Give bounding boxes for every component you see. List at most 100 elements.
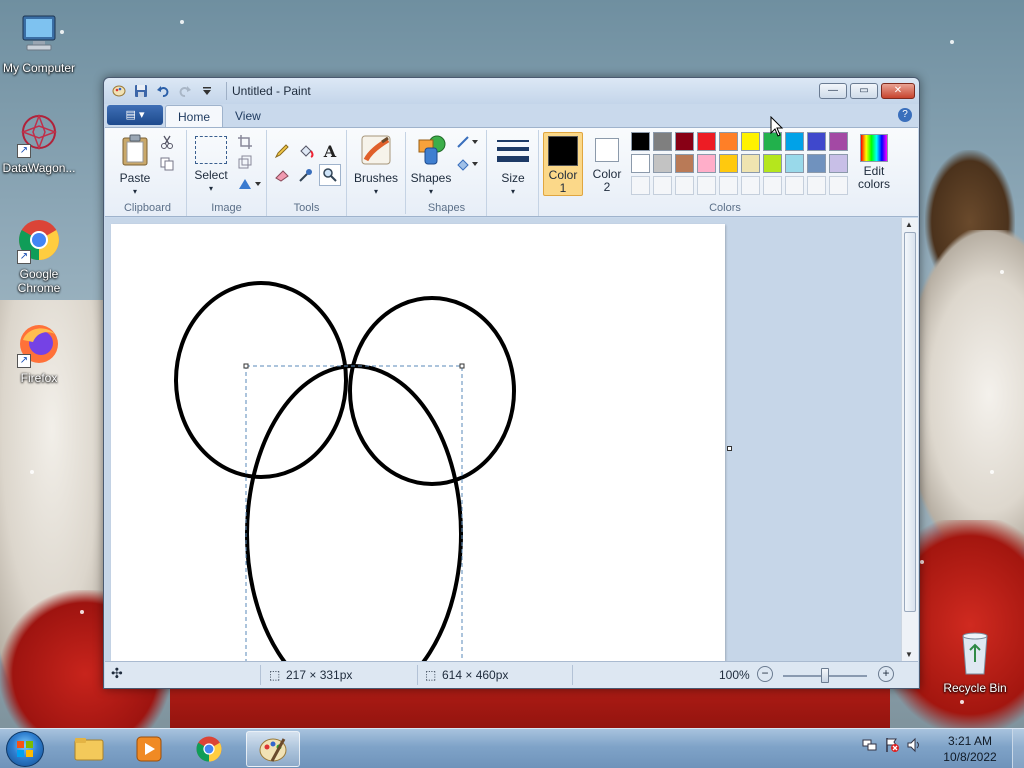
minimize-button[interactable]: — xyxy=(819,83,847,99)
palette-custom-slot[interactable] xyxy=(675,176,694,195)
save-icon[interactable] xyxy=(132,82,150,100)
zoom-slider-thumb[interactable] xyxy=(821,668,829,683)
palette-swatch[interactable] xyxy=(675,154,694,173)
paint-app-icon[interactable] xyxy=(110,82,128,100)
palette-swatch[interactable] xyxy=(719,154,738,173)
resize-icon[interactable] xyxy=(235,152,255,172)
taskbar-media-player[interactable] xyxy=(122,731,176,767)
tab-view[interactable]: View xyxy=(223,105,273,127)
action-center-icon[interactable] xyxy=(884,737,900,756)
network-icon[interactable] xyxy=(862,737,878,756)
taskbar-paint[interactable] xyxy=(246,731,300,767)
scrollbar-thumb[interactable] xyxy=(904,232,916,612)
select-button[interactable]: Select ▾ xyxy=(191,134,231,195)
eraser-icon[interactable] xyxy=(271,164,293,186)
palette-custom-slot[interactable] xyxy=(631,176,650,195)
palette-swatch[interactable] xyxy=(653,132,672,151)
fill-shape-icon[interactable] xyxy=(455,154,481,174)
group-shapes: Shapes ▾ Shapes xyxy=(407,130,487,216)
palette-custom-slot[interactable] xyxy=(763,176,782,195)
zoom-out-button[interactable]: − xyxy=(757,666,773,682)
chrome-icon xyxy=(196,736,222,762)
chrome-icon: ↗ xyxy=(15,216,63,264)
palette-swatch[interactable] xyxy=(631,154,650,173)
palette-custom-slot[interactable] xyxy=(829,176,848,195)
palette-swatch[interactable] xyxy=(697,154,716,173)
palette-swatch[interactable] xyxy=(807,154,826,173)
palette-swatch[interactable] xyxy=(631,132,650,151)
datawagon-icon: ↗ xyxy=(15,110,63,158)
pencil-icon[interactable] xyxy=(271,140,293,162)
taskbar-chrome[interactable] xyxy=(182,731,236,767)
palette-custom-slot[interactable] xyxy=(741,176,760,195)
text-icon[interactable]: A xyxy=(319,140,341,162)
palette-custom-slot[interactable] xyxy=(719,176,738,195)
crop-icon[interactable] xyxy=(235,132,255,152)
canvas-resize-handle[interactable] xyxy=(727,446,732,451)
palette-swatch[interactable] xyxy=(785,132,804,151)
size-button[interactable]: Size ▾ xyxy=(493,134,533,198)
title-bar[interactable]: Untitled - Paint — ▭ ✕ xyxy=(104,78,919,104)
close-button[interactable]: ✕ xyxy=(881,83,915,99)
show-desktop-button[interactable] xyxy=(1012,729,1024,768)
media-player-icon xyxy=(136,736,162,762)
palette-swatch[interactable] xyxy=(741,154,760,173)
color-picker-icon[interactable] xyxy=(295,164,317,186)
zoom-in-button[interactable]: + xyxy=(878,666,894,682)
color1-swatch xyxy=(548,136,578,166)
desktop-icon-recycle-bin[interactable]: Recycle Bin xyxy=(936,630,1014,695)
palette-swatch[interactable] xyxy=(785,154,804,173)
help-icon[interactable]: ? xyxy=(898,108,912,122)
group-brushes: Brushes ▾ xyxy=(347,130,405,216)
palette-swatch[interactable] xyxy=(829,132,848,151)
palette-swatch[interactable] xyxy=(653,154,672,173)
selection-size: 217 × 331px xyxy=(286,668,353,682)
scroll-down-icon[interactable]: ▼ xyxy=(905,650,913,659)
magnifier-icon[interactable] xyxy=(319,164,341,186)
fill-icon[interactable] xyxy=(295,140,317,162)
copy-icon[interactable] xyxy=(157,154,177,174)
paint-icon xyxy=(259,738,287,762)
taskbar: 3:21 AM 10/8/2022 xyxy=(0,728,1024,768)
paint-menu-button[interactable]: ▤ ▾ xyxy=(107,105,163,125)
desktop-icon-datawagon[interactable]: ↗ DataWagon... xyxy=(0,110,78,175)
desktop-icon-label: DataWagon... xyxy=(2,161,76,175)
clock[interactable]: 3:21 AM 10/8/2022 xyxy=(930,733,1010,765)
palette-swatch[interactable] xyxy=(829,154,848,173)
palette-swatch[interactable] xyxy=(763,154,782,173)
shapes-button[interactable]: Shapes ▾ xyxy=(409,134,453,198)
palette-custom-slot[interactable] xyxy=(807,176,826,195)
color1-button[interactable]: Color 1 xyxy=(543,132,583,196)
edit-colors-button[interactable]: Edit colors xyxy=(851,134,897,191)
rotate-icon[interactable] xyxy=(235,174,263,194)
palette-custom-slot[interactable] xyxy=(653,176,672,195)
firefox-icon: ↗ xyxy=(15,320,63,368)
palette-swatch[interactable] xyxy=(697,132,716,151)
volume-icon[interactable] xyxy=(906,737,922,756)
tab-home[interactable]: Home xyxy=(165,105,224,127)
desktop-icon-my-computer[interactable]: My Computer xyxy=(0,10,78,75)
customize-qat-icon[interactable] xyxy=(198,82,216,100)
undo-icon[interactable] xyxy=(154,82,172,100)
maximize-button[interactable]: ▭ xyxy=(850,83,878,99)
desktop-icon-google-chrome[interactable]: ↗ Google Chrome xyxy=(0,216,78,295)
desktop-icon-label: Firefox xyxy=(20,371,58,385)
palette-swatch[interactable] xyxy=(741,132,760,151)
cut-icon[interactable] xyxy=(157,132,177,152)
palette-swatch[interactable] xyxy=(675,132,694,151)
taskbar-explorer[interactable] xyxy=(62,731,116,767)
palette-custom-slot[interactable] xyxy=(697,176,716,195)
vertical-scrollbar[interactable]: ▲ ▼ xyxy=(901,218,918,661)
paste-button[interactable]: Paste ▾ xyxy=(115,134,155,198)
drawing-canvas[interactable] xyxy=(111,224,725,661)
desktop-icon-firefox[interactable]: ↗ Firefox xyxy=(0,320,78,385)
palette-custom-slot[interactable] xyxy=(785,176,804,195)
palette-swatch[interactable] xyxy=(719,132,738,151)
start-button[interactable] xyxy=(6,731,44,767)
scroll-up-icon[interactable]: ▲ xyxy=(905,220,913,229)
outline-icon[interactable] xyxy=(455,132,481,152)
redo-icon[interactable] xyxy=(176,82,194,100)
color2-button[interactable]: Color 2 xyxy=(587,132,627,196)
palette-swatch[interactable] xyxy=(807,132,826,151)
brushes-button[interactable]: Brushes ▾ xyxy=(351,134,401,198)
